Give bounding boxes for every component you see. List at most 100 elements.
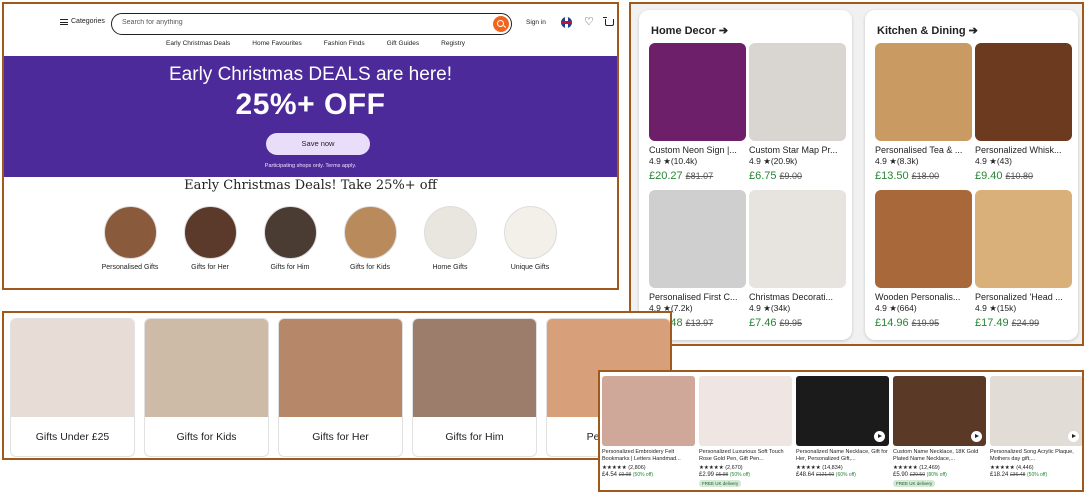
- sale-price: £17.49: [975, 317, 1009, 329]
- product-rating: ★★★★★ (4,446): [990, 465, 1082, 471]
- save-now-button[interactable]: Save now: [266, 133, 370, 155]
- gift-categories-panel: Gifts Under £25 Gifts for Kids Gifts for H…: [2, 311, 672, 460]
- star-icon: ★: [760, 156, 771, 166]
- kitchen-dining-title[interactable]: Kitchen & Dining ➔: [877, 24, 978, 37]
- nav-home-favourites[interactable]: Home Favourites: [252, 40, 302, 47]
- search-input[interactable]: [122, 19, 482, 26]
- categories-button[interactable]: Categories: [60, 18, 105, 25]
- sale-price: £5.90: [893, 472, 909, 478]
- product-tile[interactable]: Custom Star Map Pr... 4.9 ★(20.9k) £6.75 £9…: [749, 43, 846, 182]
- deal-category-item[interactable]: Gifts for Him: [250, 206, 330, 271]
- rating-value: 4.9: [749, 156, 761, 166]
- favourites-heart-icon[interactable]: ♡: [584, 17, 595, 28]
- uk-flag-icon[interactable]: [561, 17, 572, 28]
- menu-icon: [60, 18, 68, 25]
- product-image: [749, 43, 846, 141]
- banner-fine-print: Participating shops only. Terms apply.: [264, 163, 357, 169]
- product-price-row: £9.40 £10.80: [975, 170, 1072, 182]
- cart-icon[interactable]: [603, 17, 614, 26]
- original-price: £19.95: [911, 318, 940, 328]
- product-row: Personalized Embroidery Felt Bookmarks |…: [602, 376, 1082, 487]
- product-price-row: £7.46 £9.95: [749, 317, 846, 329]
- gift-category-label: Gifts for Her: [312, 431, 369, 443]
- gift-category-tile[interactable]: Gifts Under £25: [10, 318, 135, 457]
- original-price: £5.98: [715, 472, 729, 478]
- product-tile[interactable]: Personalised First C...4.9 ★(7.2k)£10.48…: [649, 190, 746, 329]
- nav-early-christmas-deals[interactable]: Early Christmas Deals: [166, 40, 230, 47]
- nav-fashion-finds[interactable]: Fashion Finds: [324, 40, 365, 47]
- original-price: £29.50: [909, 472, 925, 478]
- review-count: (14,834): [822, 465, 843, 471]
- product-price-row: £2.99 £5.98 (50% off): [699, 472, 792, 479]
- search-icon[interactable]: [493, 16, 509, 32]
- gift-category-tile[interactable]: Gifts for Him: [412, 318, 537, 457]
- product-image: [875, 190, 972, 288]
- products-strip-panel: Personalized Embroidery Felt Bookmarks |…: [598, 370, 1084, 492]
- sale-price: £20.27: [649, 170, 683, 182]
- home-decor-title[interactable]: Home Decor ➔: [651, 24, 728, 37]
- sale-price: £7.46: [749, 317, 777, 329]
- gift-category-label: Gifts for Him: [445, 431, 504, 443]
- deal-category-item[interactable]: Unique Gifts: [490, 206, 570, 271]
- sign-in-link[interactable]: Sign in: [526, 19, 546, 26]
- deal-category-item[interactable]: Gifts for Her: [170, 206, 250, 271]
- star-icon: ★: [986, 156, 997, 166]
- review-count: (7.2k): [670, 303, 693, 313]
- product-name: Custom Star Map Pr...: [749, 145, 838, 155]
- deal-category-label: Gifts for Her: [191, 264, 229, 271]
- original-price: £18.00: [911, 171, 940, 181]
- product-image: [990, 376, 1082, 446]
- play-icon[interactable]: [874, 431, 885, 442]
- product-name: Personalized Embroidery Felt Bookmarks |…: [602, 449, 681, 462]
- original-price: £10.80: [1005, 171, 1034, 181]
- deal-category-image: [343, 206, 397, 259]
- product-tile[interactable]: Personalised Tea & ... 4.9 ★(8.3k) £13.50 £…: [875, 43, 972, 182]
- deals-section-title: Early Christmas Deals! Take 25%+ off: [184, 178, 437, 193]
- gift-category-tile[interactable]: Gifts for Her: [278, 318, 403, 457]
- free-delivery-badge: FREE UK delivery: [699, 480, 742, 487]
- star-rating-icons: ★★★★★: [990, 465, 1015, 471]
- product-rating: 4.9 ★(20.9k): [749, 156, 846, 167]
- product-name: Custom Name Necklace, 18K Gold Plated Na…: [893, 449, 979, 462]
- rating-value: 4.9: [975, 303, 987, 313]
- free-delivery-badge: FREE UK delivery: [893, 480, 936, 487]
- review-count: (2,806): [628, 465, 646, 471]
- product-image: [796, 376, 889, 446]
- review-count: (2,670): [725, 465, 743, 471]
- review-count: (43): [996, 156, 1012, 166]
- review-count: (20.9k): [770, 156, 798, 166]
- product-tile[interactable]: Custom Neon Sign |... 4.9 ★(10.4k) £20.27 £…: [649, 43, 746, 182]
- product-name: Personalized Song Acrylic Plaque, Mother…: [990, 449, 1074, 462]
- product-tile[interactable]: Wooden Personalis... 4.9 ★(664) £14.96 £19.…: [875, 190, 972, 329]
- review-count: (8.3k): [896, 156, 919, 166]
- gift-category-image: [11, 319, 134, 417]
- deal-category-item[interactable]: Home Gifts: [410, 206, 490, 271]
- categories-label: Categories: [71, 18, 105, 25]
- product-tile[interactable]: Christmas Decorati... 4.9 ★(34k) £7.46 £9.9…: [749, 190, 846, 329]
- original-price: £81.07: [685, 171, 714, 181]
- product-card[interactable]: Personalized Name Necklace, Gift for Her…: [796, 376, 889, 487]
- deal-category-item[interactable]: Personalised Gifts: [90, 206, 170, 271]
- review-count: (664): [896, 303, 917, 313]
- product-tile[interactable]: Personalized 'Head ... 4.9 ★(15k) £17.49 £2…: [975, 190, 1072, 329]
- gift-category-tile[interactable]: Gifts for Kids: [144, 318, 269, 457]
- rating-value: 4.9: [649, 156, 661, 166]
- original-price: £36.48: [1010, 472, 1026, 478]
- product-card[interactable]: Personalized Luxurious Soft Touch Rose G…: [699, 376, 792, 487]
- nav-registry[interactable]: Registry: [441, 40, 465, 47]
- product-card[interactable]: Personalized Song Acrylic Plaque, Mother…: [990, 376, 1082, 487]
- review-count: (10.4k): [670, 156, 698, 166]
- product-name: Personalized Whisk...: [975, 145, 1062, 155]
- product-tile[interactable]: Personalized Whisk... 4.9 ★(43) £9.40 £10.8…: [975, 43, 1072, 182]
- deal-category-label: Unique Gifts: [510, 264, 550, 271]
- play-icon[interactable]: [971, 431, 982, 442]
- product-card[interactable]: Personalized Embroidery Felt Bookmarks |…: [602, 376, 695, 487]
- nav-gift-guides[interactable]: Gift Guides: [387, 40, 420, 47]
- review-count: (4,446): [1016, 465, 1034, 471]
- deal-category-item[interactable]: Gifts for Kids: [330, 206, 410, 271]
- product-card[interactable]: Custom Name Necklace, 18K Gold Plated Na…: [893, 376, 986, 487]
- play-icon[interactable]: [1068, 431, 1079, 442]
- original-price: £24.99: [1011, 318, 1040, 328]
- gift-category-image: [279, 319, 402, 417]
- star-rating-icons: ★★★★★: [602, 465, 627, 471]
